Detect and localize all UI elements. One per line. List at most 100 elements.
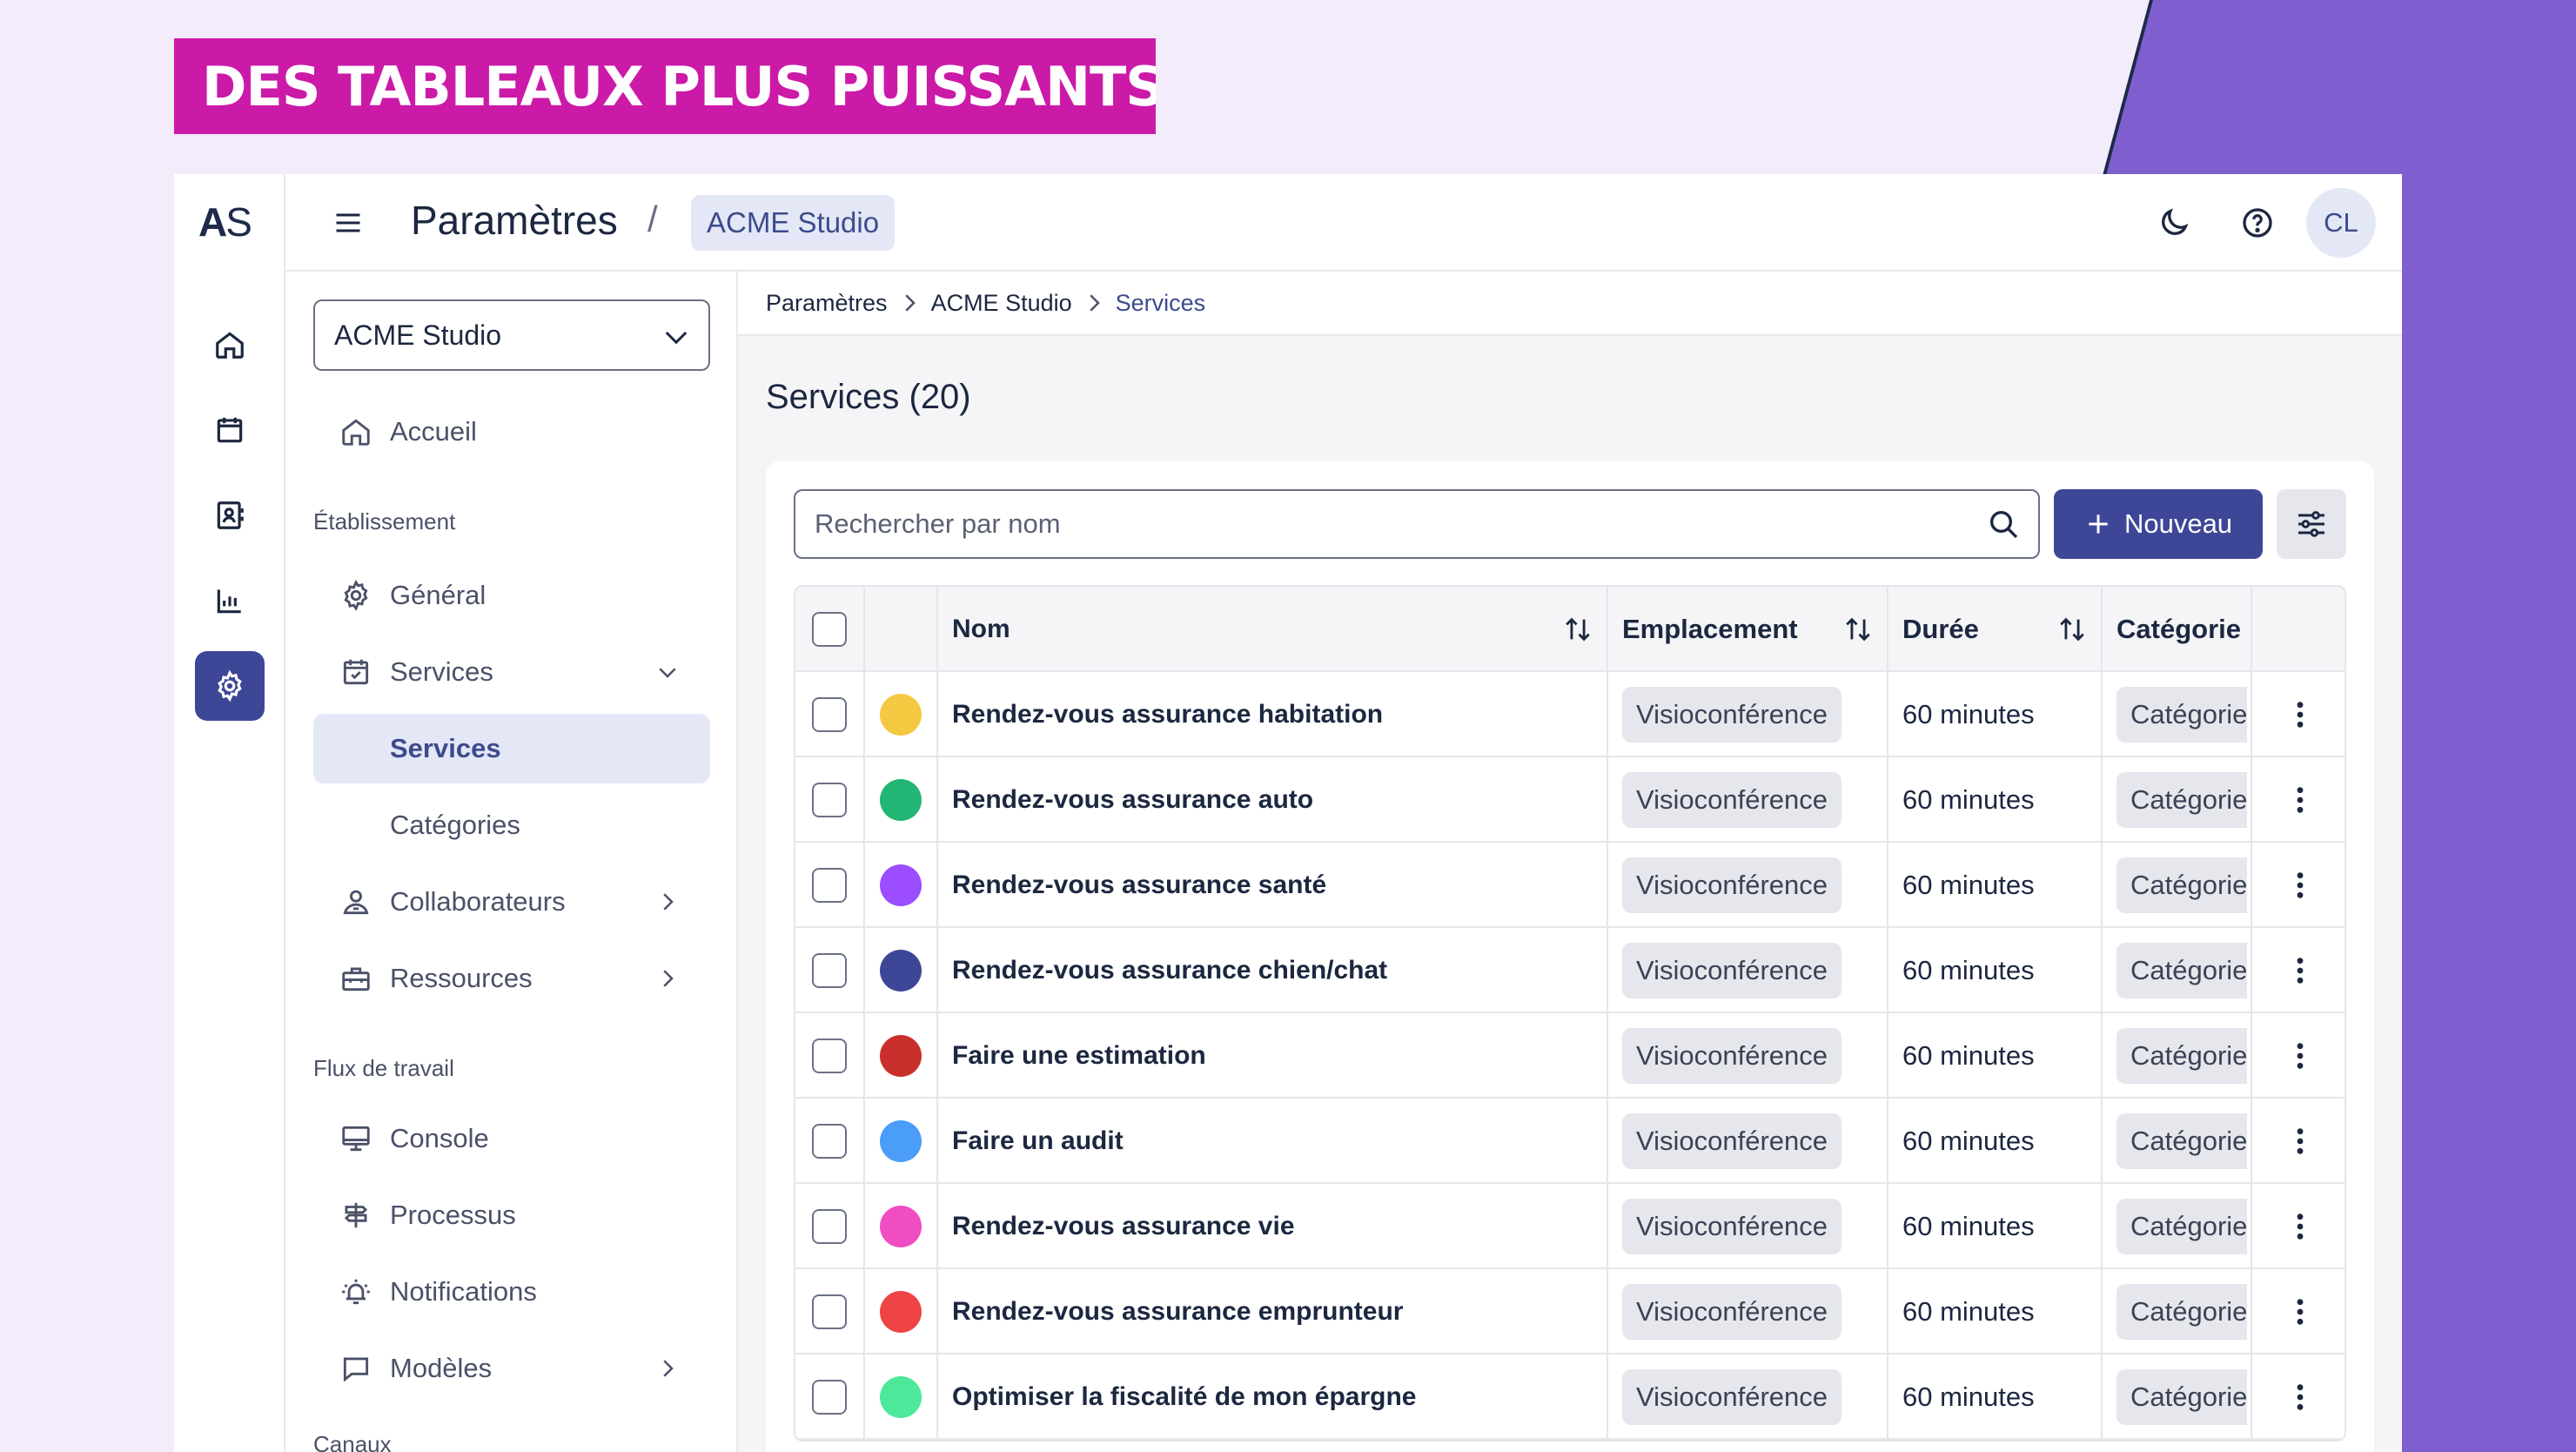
- plus-icon: [2089, 514, 2108, 534]
- chevron-down-icon: [659, 668, 676, 678]
- page-title: Services (20): [766, 378, 971, 416]
- breadcrumb-item-parametres[interactable]: Paramètres: [766, 290, 888, 317]
- new-service-button[interactable]: Nouveau: [2054, 489, 2263, 559]
- filter-settings-button[interactable]: [2277, 489, 2346, 559]
- rail-contacts-button[interactable]: [195, 481, 265, 550]
- kebab-menu-icon[interactable]: [2296, 1382, 2304, 1412]
- nav-item-modeles[interactable]: Modèles: [313, 1334, 710, 1403]
- service-color-dot: [880, 1035, 922, 1077]
- nav-subitem-services[interactable]: Services: [313, 714, 710, 783]
- icon-rail: AS: [174, 174, 285, 1452]
- kebab-menu-icon[interactable]: [2296, 1297, 2304, 1327]
- kebab-menu-icon[interactable]: [2296, 1041, 2304, 1071]
- category-chip: Catégorie: [2116, 1369, 2248, 1425]
- org-select-value: ACME Studio: [334, 319, 502, 351]
- table-row[interactable]: Rendez-vous assurance habitation Visioco…: [795, 672, 2345, 757]
- table-row[interactable]: Faire un audit Visioconférence 60 minute…: [795, 1099, 2345, 1184]
- row-checkbox[interactable]: [812, 1209, 847, 1244]
- rail-calendar-button[interactable]: [195, 395, 265, 465]
- row-checkbox[interactable]: [812, 868, 847, 903]
- service-name[interactable]: Rendez-vous assurance vie: [952, 1212, 1295, 1241]
- row-checkbox[interactable]: [812, 697, 847, 732]
- search-icon: [1990, 511, 2018, 539]
- nav-item-processus[interactable]: Processus: [313, 1180, 710, 1250]
- column-header-location[interactable]: Emplacement: [1608, 587, 1888, 672]
- category-chip: Catégorie: [2116, 1284, 2248, 1340]
- kebab-menu-icon[interactable]: [2296, 700, 2304, 729]
- service-name[interactable]: Rendez-vous assurance auto: [952, 785, 1313, 815]
- nav-item-ressources[interactable]: Ressources: [313, 944, 710, 1013]
- row-checkbox[interactable]: [812, 1380, 847, 1415]
- section-label-etablissement: Établissement: [313, 508, 456, 534]
- nav-item-accueil[interactable]: Accueil: [313, 397, 710, 467]
- table-row[interactable]: Rendez-vous assurance chien/chat Visioco…: [795, 928, 2345, 1013]
- hamburger-menu-icon[interactable]: [332, 207, 364, 239]
- service-name[interactable]: Rendez-vous assurance habitation: [952, 700, 1383, 729]
- service-name[interactable]: Rendez-vous assurance santé: [952, 871, 1326, 900]
- rail-stats-button[interactable]: [195, 566, 265, 635]
- user-avatar[interactable]: CL: [2306, 188, 2376, 258]
- category-chip: Catégorie: [2116, 943, 2248, 998]
- app-logo: AS: [198, 199, 252, 245]
- kebab-menu-icon[interactable]: [2296, 956, 2304, 985]
- service-color-dot: [880, 1291, 922, 1333]
- rail-settings-button[interactable]: [195, 651, 265, 721]
- kebab-menu-icon[interactable]: [2296, 871, 2304, 900]
- select-all-checkbox[interactable]: [812, 612, 847, 647]
- breadcrumb-item-services: Services: [1115, 289, 1206, 316]
- table-row[interactable]: Rendez-vous assurance santé Visioconfére…: [795, 843, 2345, 928]
- home-icon: [342, 419, 370, 446]
- table-row[interactable]: Rendez-vous assurance auto Visioconféren…: [795, 757, 2345, 843]
- kebab-menu-icon[interactable]: [2296, 1126, 2304, 1156]
- org-chip[interactable]: ACME Studio: [691, 195, 896, 251]
- column-header-category[interactable]: Catégorie: [2103, 587, 2252, 672]
- service-name[interactable]: Rendez-vous assurance emprunteur: [952, 1297, 1403, 1327]
- table-row[interactable]: Rendez-vous assurance vie Visioconférenc…: [795, 1184, 2345, 1269]
- table-row[interactable]: Optimiser la fiscalité de mon épargne Vi…: [795, 1355, 2345, 1440]
- row-checkbox[interactable]: [812, 1294, 847, 1329]
- chat-bubble-icon: [343, 1357, 369, 1382]
- settings-nav: ACME Studio Accueil Établissement Généra…: [285, 272, 738, 1452]
- rail-home-button[interactable]: [195, 310, 265, 380]
- moon-icon[interactable]: [2157, 205, 2191, 240]
- row-checkbox[interactable]: [812, 783, 847, 817]
- duration-value: 60 minutes: [1902, 1296, 2035, 1327]
- sort-icon[interactable]: [1563, 615, 1593, 644]
- help-icon[interactable]: [2240, 205, 2275, 240]
- nav-item-services[interactable]: Services: [313, 637, 710, 707]
- category-chip: Catégorie: [2116, 1113, 2248, 1169]
- gear-icon: [344, 579, 368, 612]
- kebab-menu-icon[interactable]: [2296, 785, 2304, 815]
- service-name[interactable]: Faire un audit: [952, 1126, 1124, 1156]
- sort-icon[interactable]: [1843, 615, 1873, 644]
- row-checkbox[interactable]: [812, 953, 847, 988]
- nav-item-collaborateurs[interactable]: Collaborateurs: [313, 867, 710, 937]
- column-header-duration[interactable]: Durée: [1888, 587, 2103, 672]
- service-color-dot: [880, 1120, 922, 1162]
- service-name[interactable]: Faire une estimation: [952, 1041, 1206, 1071]
- nav-item-general[interactable]: Général: [313, 561, 710, 630]
- services-card: Rechercher par nom Nouveau Nom Emplaceme…: [766, 461, 2374, 1452]
- kebab-menu-icon[interactable]: [2296, 1212, 2304, 1241]
- section-label-flux: Flux de travail: [313, 1055, 454, 1081]
- org-select[interactable]: ACME Studio: [313, 299, 710, 371]
- nav-subitem-categories[interactable]: Catégories: [313, 790, 710, 860]
- service-name[interactable]: Optimiser la fiscalité de mon épargne: [952, 1382, 1417, 1412]
- service-name[interactable]: Rendez-vous assurance chien/chat: [952, 956, 1387, 985]
- row-checkbox[interactable]: [812, 1039, 847, 1073]
- chart-icon: [217, 589, 241, 614]
- sort-icon[interactable]: [2057, 615, 2087, 644]
- row-checkbox[interactable]: [812, 1124, 847, 1159]
- breadcrumb-item-acme[interactable]: ACME Studio: [931, 290, 1072, 317]
- table-row[interactable]: Faire une estimation Visioconférence 60 …: [795, 1013, 2345, 1099]
- monitor-icon: [342, 1126, 370, 1152]
- location-chip: Visioconférence: [1622, 1113, 1842, 1169]
- location-chip: Visioconférence: [1622, 1028, 1842, 1084]
- column-header-name[interactable]: Nom: [938, 587, 1608, 672]
- nav-item-notifications[interactable]: Notifications: [313, 1257, 710, 1327]
- nav-item-console[interactable]: Console: [313, 1104, 710, 1173]
- search-input[interactable]: Rechercher par nom: [794, 489, 2040, 559]
- duration-value: 60 minutes: [1902, 955, 2035, 985]
- breadcrumb: Paramètres ACME Studio Services: [738, 272, 2402, 336]
- table-row[interactable]: Rendez-vous assurance emprunteur Visioco…: [795, 1269, 2345, 1355]
